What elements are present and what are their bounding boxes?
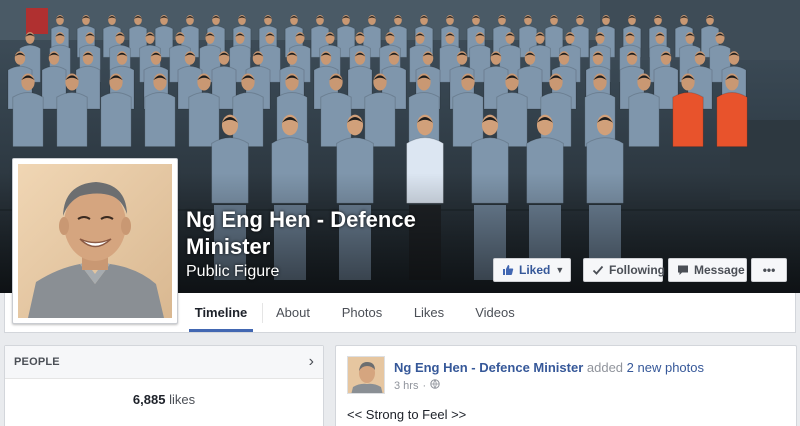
message-label: Message <box>694 263 745 277</box>
following-label: Following <box>609 263 665 277</box>
profile-portrait-image <box>18 164 172 318</box>
speech-bubble-icon <box>677 264 689 276</box>
likes-number: 6,885 <box>132 392 166 407</box>
tab-photos[interactable]: Photos <box>336 293 388 332</box>
tab-divider <box>262 303 263 323</box>
page-title[interactable]: Ng Eng Hen - Defence Minister <box>186 206 486 260</box>
check-icon <box>592 264 604 276</box>
tab-about[interactable]: About <box>270 293 316 332</box>
post-author-avatar[interactable] <box>347 356 385 394</box>
post-headline: Ng Eng Hen - Defence Minister added 2 ne… <box>394 360 704 375</box>
caret-down-icon: ▼ <box>555 265 565 275</box>
likes-count[interactable]: 6,885 likes <box>5 392 323 407</box>
tab-likes[interactable]: Likes <box>408 293 450 332</box>
meta-separator: · <box>422 379 427 392</box>
liked-label: Liked <box>519 263 551 277</box>
post-author-link[interactable]: Ng Eng Hen - Defence Minister <box>394 360 583 375</box>
post-text: << Strong to Feel >> <box>347 407 467 422</box>
post-card: Ng Eng Hen - Defence Minister added 2 ne… <box>335 345 797 426</box>
tab-videos[interactable]: Videos <box>470 293 520 332</box>
post-photos-link[interactable]: 2 new photos <box>627 360 704 375</box>
tab-timeline[interactable]: Timeline <box>189 293 253 332</box>
people-title: PEOPLE <box>14 356 60 368</box>
globe-icon[interactable] <box>430 379 440 392</box>
message-button[interactable]: Message <box>668 258 747 282</box>
post-timestamp[interactable]: 3 hrs <box>394 380 418 392</box>
profile-picture[interactable] <box>12 158 178 324</box>
post-action-text: added <box>586 360 624 375</box>
post-meta: 3 hrs · <box>394 379 440 392</box>
following-button[interactable]: Following <box>583 258 665 282</box>
people-card: PEOPLE › 6,885 likes <box>4 345 324 426</box>
likes-label: likes <box>169 392 196 407</box>
more-options-button[interactable]: ••• <box>751 258 787 282</box>
liked-button[interactable]: Liked ▼ <box>493 258 571 282</box>
more-dots-icon: ••• <box>762 263 776 277</box>
page-category: Public Figure <box>186 263 280 280</box>
chevron-right-icon[interactable]: › <box>309 353 314 371</box>
people-header[interactable]: PEOPLE › <box>5 346 323 379</box>
thumbs-up-icon <box>502 264 514 276</box>
